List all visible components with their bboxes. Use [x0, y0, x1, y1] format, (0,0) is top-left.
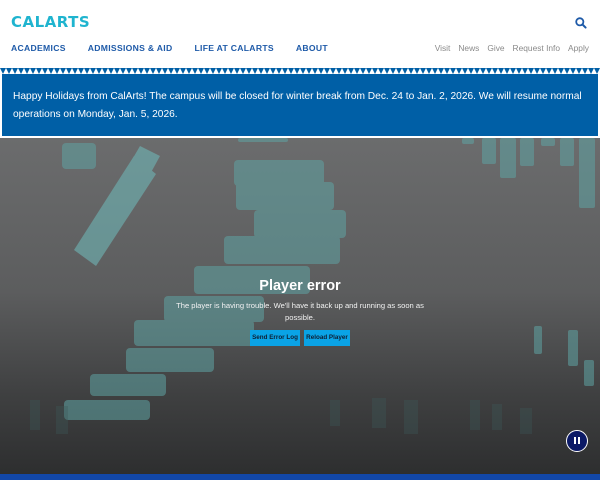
util-link-apply[interactable]: Apply [568, 43, 589, 53]
pause-bar-left [574, 437, 576, 444]
holiday-notice-banner: Happy Holidays from CalArts! The campus … [2, 74, 598, 136]
notice-text: Happy Holidays from CalArts! The campus … [13, 91, 582, 120]
pause-bar-right [578, 437, 580, 444]
reload-player-button[interactable]: Reload Player [304, 330, 350, 346]
nav-item-academics[interactable]: ACADEMICS [11, 43, 66, 53]
util-link-visit[interactable]: Visit [435, 43, 451, 53]
nav-item-life-at-calarts[interactable]: LIFE AT CALARTS [194, 43, 273, 53]
pause-icon[interactable] [566, 430, 588, 452]
main-nav: ACADEMICS ADMISSIONS & AID LIFE AT CALAR… [11, 43, 350, 53]
send-error-log-button[interactable]: Send Error Log [250, 330, 300, 346]
bottom-accent-strip [0, 474, 600, 480]
calarts-logo[interactable]: CALARTS [11, 13, 90, 31]
util-link-news[interactable]: News [458, 43, 479, 53]
video-player[interactable]: Player error The player is having troubl… [0, 138, 600, 480]
nav-item-admissions-aid[interactable]: ADMISSIONS & AID [88, 43, 173, 53]
player-error-message: The player is having trouble. We'll have… [176, 301, 424, 322]
nav-item-about[interactable]: ABOUT [296, 43, 328, 53]
site-header: CALARTS ACADEMICS ADMISSIONS & AID LIFE … [0, 0, 600, 72]
util-link-give[interactable]: Give [487, 43, 504, 53]
util-link-request-info[interactable]: Request Info [513, 43, 561, 53]
player-error-title: Player error [259, 278, 341, 294]
search-icon[interactable] [574, 16, 588, 30]
utility-nav: Visit News Give Request Info Apply [427, 43, 589, 53]
